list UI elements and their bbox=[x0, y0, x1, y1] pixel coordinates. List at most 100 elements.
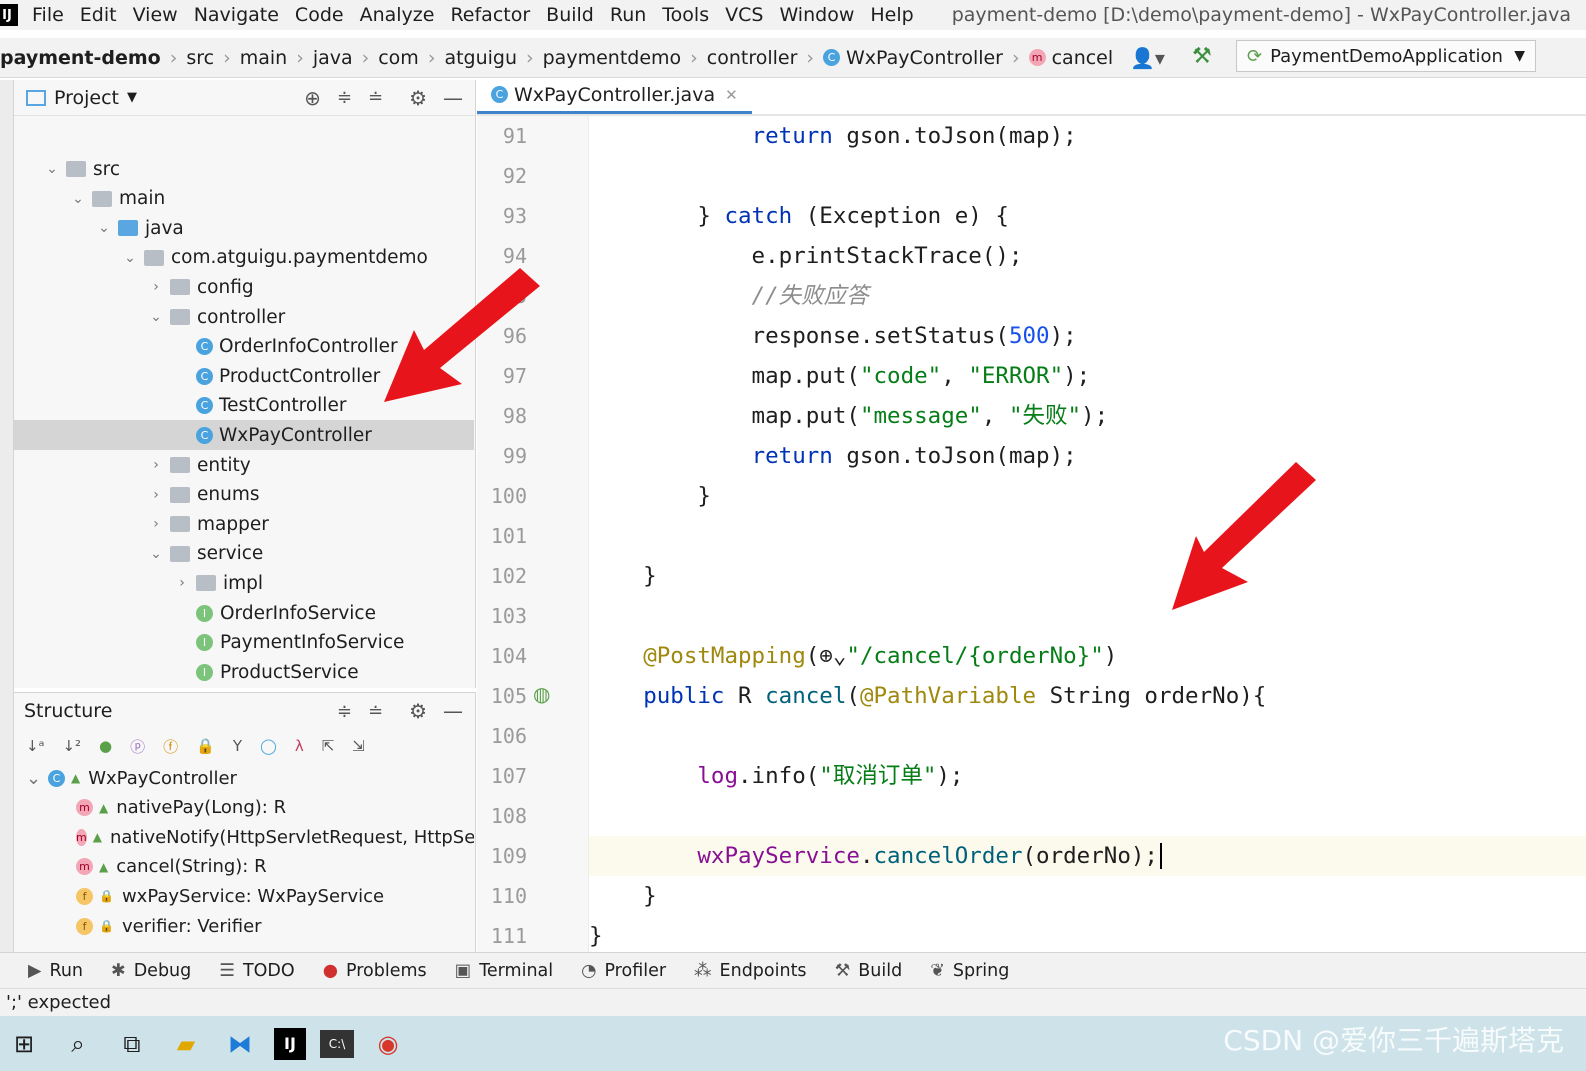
menu-item-tools[interactable]: Tools bbox=[662, 4, 709, 26]
breadcrumb-item[interactable]: src › bbox=[186, 47, 239, 69]
menu-item-edit[interactable]: Edit bbox=[80, 4, 117, 26]
close-icon[interactable]: ✕ bbox=[725, 86, 738, 104]
chevron-down-icon[interactable]: ⌄ bbox=[122, 250, 138, 266]
project-tree-item[interactable]: ⌄ service bbox=[14, 539, 474, 569]
code-line[interactable]: map.put("message", "失败"); bbox=[589, 396, 1586, 436]
code-line[interactable]: @PostMapping(⊕⌄"/cancel/{orderNo}") bbox=[589, 636, 1586, 676]
project-tree-item[interactable]: I OrderInfoService bbox=[14, 598, 474, 628]
project-panel-title[interactable]: Project bbox=[54, 87, 119, 109]
chevron-down-icon[interactable]: ⌄ bbox=[44, 161, 60, 177]
chevron-right-icon[interactable]: › bbox=[148, 279, 164, 295]
tool-window-endpoints[interactable]: ⁂ Endpoints bbox=[694, 961, 807, 981]
code-line[interactable] bbox=[589, 156, 1586, 196]
project-tree-item[interactable]: › impl bbox=[14, 568, 474, 598]
code-line[interactable]: map.put("code", "ERROR"); bbox=[589, 356, 1586, 396]
menu-item-help[interactable]: Help bbox=[870, 4, 913, 26]
breadcrumb-item[interactable]: paymentdemo › bbox=[543, 47, 707, 69]
menu-item-build[interactable]: Build bbox=[546, 4, 594, 26]
project-tree-item[interactable]: C TestController bbox=[14, 391, 474, 421]
menu-item-analyze[interactable]: Analyze bbox=[360, 4, 435, 26]
code-line[interactable] bbox=[589, 596, 1586, 636]
chevron-down-icon[interactable]: ⌄ bbox=[96, 220, 112, 236]
menu-item-vcs[interactable]: VCS bbox=[725, 4, 763, 26]
tool-window-profiler[interactable]: ◔ Profiler bbox=[581, 961, 666, 981]
chevron-right-icon[interactable]: › bbox=[148, 457, 164, 473]
breadcrumb-item[interactable]: java › bbox=[313, 47, 378, 69]
breadcrumb-item[interactable]: main › bbox=[240, 47, 313, 69]
code-line[interactable]: e.printStackTrace(); bbox=[589, 236, 1586, 276]
code-line[interactable] bbox=[589, 516, 1586, 556]
chevron-down-icon[interactable]: ⌄ bbox=[148, 309, 164, 325]
code-line[interactable]: //失败应答 bbox=[589, 276, 1586, 316]
structure-item[interactable]: ⌄ C ▲ WxPayController bbox=[14, 763, 474, 793]
collapse-all-icon[interactable]: ≐ bbox=[368, 701, 383, 722]
chevron-down-icon[interactable]: ⌄ bbox=[70, 191, 86, 207]
menu-item-code[interactable]: Code bbox=[295, 4, 344, 26]
breadcrumb-item[interactable]: com › bbox=[378, 47, 444, 69]
user-icon[interactable]: 👤▾ bbox=[1130, 46, 1165, 70]
windows-start-icon[interactable]: ⊞ bbox=[4, 1024, 44, 1064]
structure-item[interactable]: f 🔒 verifier: Verifier bbox=[14, 911, 474, 941]
build-hammer-icon[interactable]: ⚒ bbox=[1192, 44, 1212, 69]
minimize-icon[interactable]: — bbox=[443, 86, 463, 110]
tool-window-todo[interactable]: ☰ TODO bbox=[219, 961, 294, 981]
code-line[interactable]: } bbox=[589, 876, 1586, 916]
code-line[interactable]: return gson.toJson(map); bbox=[589, 116, 1586, 156]
sort-visibility-icon[interactable]: ↓² bbox=[62, 737, 81, 755]
task-view-icon[interactable]: ⧉ bbox=[112, 1024, 152, 1064]
chrome-icon[interactable]: ◉ bbox=[368, 1024, 408, 1064]
chevron-right-icon[interactable]: › bbox=[174, 575, 190, 591]
project-tree-item[interactable]: I ProductService bbox=[14, 657, 474, 687]
sort-alpha-icon[interactable]: ↓ᵃ bbox=[26, 737, 44, 755]
code-line[interactable]: return gson.toJson(map); bbox=[589, 436, 1586, 476]
editor-tab[interactable]: C WxPayController.java ✕ bbox=[477, 78, 752, 114]
endpoint-gutter-icon[interactable]: ◍ bbox=[533, 682, 550, 706]
code-line[interactable]: public R cancel(@PathVariable String ord… bbox=[589, 676, 1586, 716]
structure-item[interactable]: m ▲ nativePay(Long): R bbox=[14, 793, 474, 823]
chevron-right-icon[interactable]: › bbox=[148, 516, 164, 532]
menu-item-window[interactable]: Window bbox=[779, 4, 854, 26]
code-line[interactable] bbox=[589, 716, 1586, 756]
tool-window-problems[interactable]: ● Problems bbox=[323, 961, 427, 981]
structure-item[interactable]: m ▲ cancel(String): R bbox=[14, 852, 474, 882]
code-line[interactable]: } bbox=[589, 916, 1586, 956]
project-tree-item[interactable]: › entity bbox=[14, 450, 474, 480]
project-tree-item[interactable]: C ProductController bbox=[14, 361, 474, 391]
code-line[interactable]: } catch (Exception e) { bbox=[589, 196, 1586, 236]
project-tree-item[interactable]: ⌄ com.atguigu.paymentdemo bbox=[14, 243, 474, 273]
breadcrumb-class[interactable]: C WxPayController › bbox=[823, 47, 1029, 69]
breadcrumb-item[interactable]: controller › bbox=[707, 47, 823, 69]
terminal-icon[interactable]: C:\ bbox=[320, 1029, 354, 1058]
project-tree-item[interactable]: › enums bbox=[14, 480, 474, 510]
project-tree-item[interactable]: ⌄ java bbox=[14, 213, 474, 243]
project-tree-item[interactable]: ⌄ main bbox=[14, 184, 474, 214]
lambda-icon[interactable]: λ bbox=[295, 737, 304, 755]
properties-icon[interactable]: ⓟ bbox=[130, 736, 145, 757]
project-tree-item[interactable]: ⌄ controller bbox=[14, 302, 474, 332]
locate-icon[interactable]: ⊕ bbox=[304, 86, 321, 110]
breadcrumb-item[interactable]: payment-demo › bbox=[0, 47, 186, 69]
gear-icon[interactable]: ⚙ bbox=[409, 699, 427, 723]
menu-item-file[interactable]: File bbox=[32, 4, 64, 26]
circle-icon[interactable]: ◯ bbox=[260, 737, 277, 755]
autoscroll-from-source-icon[interactable]: ⇲ bbox=[352, 737, 365, 755]
project-tree-item[interactable]: › mapper bbox=[14, 509, 474, 539]
project-tree-item[interactable]: ⌄ src bbox=[14, 154, 474, 184]
project-tree-item[interactable]: C WxPayController bbox=[14, 420, 474, 451]
code-line[interactable] bbox=[589, 796, 1586, 836]
chevron-down-icon[interactable]: ⌄ bbox=[148, 546, 164, 562]
collapse-all-icon[interactable]: ≐ bbox=[368, 87, 383, 108]
project-tree-item[interactable]: I PaymentInfoService bbox=[14, 628, 474, 658]
non-public-icon[interactable]: 🔒 bbox=[196, 737, 215, 755]
expand-all-icon[interactable]: ≑ bbox=[337, 701, 352, 722]
chevron-down-icon[interactable]: ▼ bbox=[127, 90, 137, 105]
fields-icon[interactable]: ⓕ bbox=[163, 736, 178, 757]
chevron-right-icon[interactable]: › bbox=[148, 487, 164, 503]
project-tree-item[interactable]: › config bbox=[14, 272, 474, 302]
structure-item[interactable]: f 🔒 wxPayService: WxPayService bbox=[14, 881, 474, 911]
code-area[interactable]: return gson.toJson(map); } catch (Except… bbox=[589, 116, 1586, 952]
code-line[interactable]: log.info("取消订单"); bbox=[589, 756, 1586, 796]
autoscroll-to-source-icon[interactable]: ⇱ bbox=[322, 737, 335, 755]
anonymous-icon[interactable]: Y bbox=[233, 737, 242, 755]
inherited-icon[interactable]: ● bbox=[99, 737, 112, 755]
